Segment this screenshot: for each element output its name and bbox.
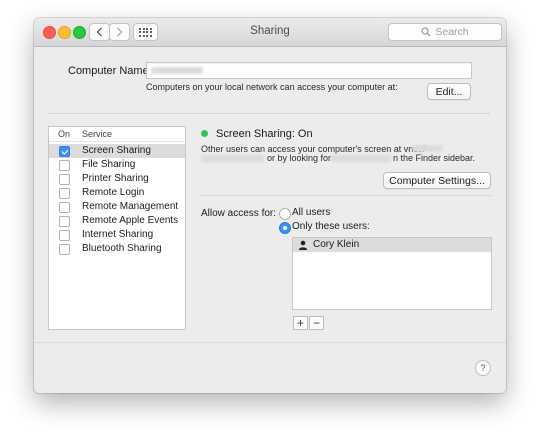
status-indicator [201,130,208,137]
description-middle: or by looking for [267,153,332,163]
users-list: Cory Klein [292,237,492,310]
only-these-users-label[interactable]: Only these users: [292,221,370,232]
computer-name-label: Computer Name: [68,65,152,77]
redacted-address [412,145,442,152]
only-these-users-radio[interactable] [279,222,291,234]
status-text: Screen Sharing: On [216,128,313,140]
search-field[interactable]: Search [388,23,502,41]
internet-sharing-checkbox[interactable] [59,230,70,241]
screen-sharing-checkbox[interactable] [59,146,70,157]
service-label: Remote Apple Events [82,215,179,226]
header-service: Service [82,129,113,139]
service-label: Screen Sharing [82,145,151,156]
add-user-button[interactable]: + [293,316,308,330]
service-row-file-sharing[interactable]: File Sharing [49,158,185,172]
service-label: Internet Sharing [82,229,154,240]
divider [48,113,490,114]
service-label: Remote Login [82,187,145,198]
user-name: Cory Klein [313,239,360,250]
remote-management-checkbox[interactable] [59,202,70,213]
sharing-window: Sharing Search Computer Name: Computers … [34,18,506,393]
service-row-remote-apple-events[interactable]: Remote Apple Events [49,214,185,228]
service-label: Bluetooth Sharing [82,243,162,254]
remote-apple-events-checkbox[interactable] [59,216,70,227]
redacted-computer-name [331,155,391,162]
all-users-radio[interactable] [279,208,291,220]
remove-user-button[interactable]: − [309,316,324,330]
redacted-computer-name [151,67,203,74]
redacted-address-continued [201,155,264,162]
service-row-bluetooth-sharing[interactable]: Bluetooth Sharing [49,242,185,256]
header-on: On [58,129,71,139]
service-row-remote-login[interactable]: Remote Login [49,186,185,200]
title-bar: Sharing Search [34,18,506,47]
computer-name-note: Computers on your local network can acce… [146,82,398,92]
divider [34,342,506,343]
allow-access-label: Allow access for: [201,208,277,219]
edit-button[interactable]: Edit... [427,83,471,100]
user-icon [298,240,308,250]
search-placeholder: Search [435,26,469,38]
service-row-screen-sharing[interactable]: Screen Sharing [49,144,185,158]
user-row[interactable]: Cory Klein [293,238,491,252]
services-list: On Service Screen Sharing File Sharing P… [48,126,186,330]
service-row-internet-sharing[interactable]: Internet Sharing [49,228,185,242]
file-sharing-checkbox[interactable] [59,160,70,171]
search-icon [421,27,431,37]
computer-settings-button[interactable]: Computer Settings... [383,172,491,189]
service-row-remote-management[interactable]: Remote Management [49,200,185,214]
service-label: File Sharing [82,159,136,170]
all-users-label[interactable]: All users [292,207,330,218]
services-list-header: On Service [49,127,185,142]
service-label: Printer Sharing [82,173,149,184]
service-label: Remote Management [82,201,179,212]
printer-sharing-checkbox[interactable] [59,174,70,185]
description-suffix: n the Finder sidebar. [393,153,476,163]
computer-name-field[interactable] [146,62,472,79]
bluetooth-sharing-checkbox[interactable] [59,244,70,255]
divider [201,195,491,196]
remote-login-checkbox[interactable] [59,188,70,199]
service-row-printer-sharing[interactable]: Printer Sharing [49,172,185,186]
help-button[interactable]: ? [475,360,491,376]
